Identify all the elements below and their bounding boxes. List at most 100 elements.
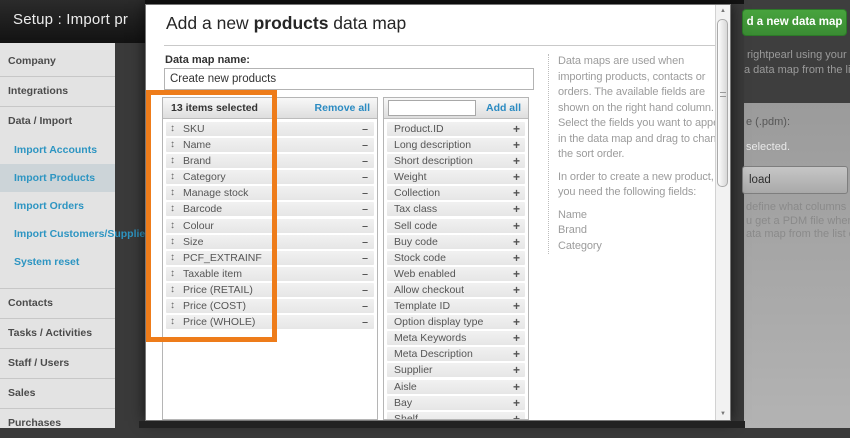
add-field-button[interactable]: + xyxy=(513,122,520,136)
add-field-button[interactable]: + xyxy=(513,315,520,329)
add-field-button[interactable]: + xyxy=(513,154,520,168)
selected-field-row[interactable]: ↕ Price (WHOLE) – xyxy=(166,315,374,330)
load-button[interactable]: load xyxy=(742,166,848,194)
remove-field-button[interactable]: – xyxy=(362,219,368,233)
available-field-row[interactable]: Meta Description + xyxy=(387,347,525,362)
add-field-button[interactable]: + xyxy=(513,267,520,281)
drag-handle-icon[interactable]: ↕ xyxy=(170,251,175,265)
remove-field-button[interactable]: – xyxy=(362,186,368,200)
add-new-data-map-button[interactable]: d a new data map xyxy=(742,9,847,36)
add-field-button[interactable]: + xyxy=(513,170,520,184)
sidebar-item[interactable]: Purchases xyxy=(0,408,115,438)
sidebar-item[interactable]: Import Products xyxy=(0,164,115,192)
drag-handle-icon[interactable]: ↕ xyxy=(170,283,175,297)
drag-handle-icon[interactable]: ↕ xyxy=(170,170,175,184)
add-field-button[interactable]: + xyxy=(513,380,520,394)
available-field-row[interactable]: Product.ID + xyxy=(387,122,525,136)
remove-field-button[interactable]: – xyxy=(362,283,368,297)
selected-field-row[interactable]: ↕ Manage stock – xyxy=(166,186,374,201)
sidebar-item[interactable]: Contacts xyxy=(0,288,115,318)
available-field-row[interactable]: Template ID + xyxy=(387,299,525,314)
drag-handle-icon[interactable]: ↕ xyxy=(170,235,175,249)
add-field-button[interactable]: + xyxy=(513,331,520,345)
scroll-up-icon[interactable]: ▲ xyxy=(716,8,730,14)
sidebar-item[interactable]: Integrations xyxy=(0,76,115,106)
selected-field-row[interactable]: ↕ Taxable item – xyxy=(166,266,374,281)
add-field-button[interactable]: + xyxy=(513,283,520,297)
drag-handle-icon[interactable]: ↕ xyxy=(170,138,175,152)
available-field-row[interactable]: Buy code + xyxy=(387,234,525,249)
remove-field-button[interactable]: – xyxy=(362,235,368,249)
add-field-button[interactable]: + xyxy=(513,412,520,419)
scroll-down-icon[interactable]: ▼ xyxy=(716,411,730,417)
add-field-button[interactable]: + xyxy=(513,186,520,200)
sidebar-item[interactable]: Tasks / Activities xyxy=(0,318,115,348)
sidebar-item[interactable]: Company xyxy=(0,47,115,76)
available-field-row[interactable]: Meta Keywords + xyxy=(387,331,525,346)
sidebar-item[interactable]: Import Customers/Suppliers xyxy=(0,220,155,248)
available-field-row[interactable]: Collection + xyxy=(387,186,525,201)
add-field-button[interactable]: + xyxy=(513,347,520,361)
drag-handle-icon[interactable]: ↕ xyxy=(170,299,175,313)
selected-field-row[interactable]: ↕ Price (RETAIL) – xyxy=(166,282,374,297)
drag-handle-icon[interactable]: ↕ xyxy=(170,202,175,216)
remove-all-link[interactable]: Remove all xyxy=(315,98,370,118)
available-field-row[interactable]: Weight + xyxy=(387,170,525,185)
sidebar-item[interactable]: System reset xyxy=(0,248,115,276)
available-field-row[interactable]: Tax class + xyxy=(387,202,525,217)
available-field-row[interactable]: Sell code + xyxy=(387,218,525,233)
add-field-button[interactable]: + xyxy=(513,202,520,216)
selected-field-row[interactable]: ↕ SKU – xyxy=(166,122,374,136)
remove-field-button[interactable]: – xyxy=(362,315,368,329)
available-field-row[interactable]: Aisle + xyxy=(387,379,525,394)
selected-field-row[interactable]: ↕ Name – xyxy=(166,138,374,153)
available-field-row[interactable]: Supplier + xyxy=(387,363,525,378)
drag-handle-icon[interactable]: ↕ xyxy=(170,219,175,233)
remove-field-button[interactable]: – xyxy=(362,202,368,216)
selected-field-row[interactable]: ↕ Brand – xyxy=(166,154,374,169)
add-field-button[interactable]: + xyxy=(513,219,520,233)
available-field-row[interactable]: Stock code + xyxy=(387,250,525,265)
sidebar-item[interactable]: Data / Import xyxy=(0,106,115,136)
remove-field-button[interactable]: – xyxy=(362,267,368,281)
add-field-button[interactable]: + xyxy=(513,396,520,410)
drag-handle-icon[interactable]: ↕ xyxy=(170,267,175,281)
remove-field-button[interactable]: – xyxy=(362,299,368,313)
remove-field-button[interactable]: – xyxy=(362,251,368,265)
add-field-button[interactable]: + xyxy=(513,138,520,152)
modal-scrollbar[interactable]: ▲ ▼ xyxy=(715,5,730,420)
remove-field-button[interactable]: – xyxy=(362,138,368,152)
sidebar-item[interactable]: Staff / Users xyxy=(0,348,115,378)
scrollbar-thumb[interactable] xyxy=(717,19,728,187)
drag-handle-icon[interactable]: ↕ xyxy=(170,154,175,168)
drag-handle-icon[interactable]: ↕ xyxy=(170,186,175,200)
available-field-row[interactable]: Web enabled + xyxy=(387,266,525,281)
available-field-row[interactable]: Long description + xyxy=(387,138,525,153)
available-field-row[interactable]: Shelf + xyxy=(387,411,525,419)
selected-field-row[interactable]: ↕ Barcode – xyxy=(166,202,374,217)
sidebar-item[interactable]: Sales xyxy=(0,378,115,408)
add-all-link[interactable]: Add all xyxy=(486,98,521,118)
selected-field-row[interactable]: ↕ PCF_EXTRAINF – xyxy=(166,250,374,265)
add-field-button[interactable]: + xyxy=(513,299,520,313)
sidebar-item[interactable]: Import Orders xyxy=(0,192,115,220)
selected-field-row[interactable]: ↕ Price (COST) – xyxy=(166,299,374,314)
add-field-button[interactable]: + xyxy=(513,235,520,249)
sidebar-item[interactable]: Import Accounts xyxy=(0,136,115,164)
remove-field-button[interactable]: – xyxy=(362,122,368,136)
selected-field-row[interactable]: ↕ Size – xyxy=(166,234,374,249)
available-field-row[interactable]: Bay + xyxy=(387,395,525,410)
data-map-name-input[interactable] xyxy=(164,68,534,90)
drag-handle-icon[interactable]: ↕ xyxy=(170,315,175,329)
add-field-button[interactable]: + xyxy=(513,363,520,377)
remove-field-button[interactable]: – xyxy=(362,170,368,184)
field-search-input[interactable] xyxy=(388,100,476,116)
available-field-row[interactable]: Short description + xyxy=(387,154,525,169)
available-field-row[interactable]: Allow checkout + xyxy=(387,282,525,297)
selected-field-row[interactable]: ↕ Colour – xyxy=(166,218,374,233)
remove-field-button[interactable]: – xyxy=(362,154,368,168)
selected-field-row[interactable]: ↕ Category – xyxy=(166,170,374,185)
available-field-row[interactable]: Option display type + xyxy=(387,315,525,330)
drag-handle-icon[interactable]: ↕ xyxy=(170,122,175,136)
add-field-button[interactable]: + xyxy=(513,251,520,265)
